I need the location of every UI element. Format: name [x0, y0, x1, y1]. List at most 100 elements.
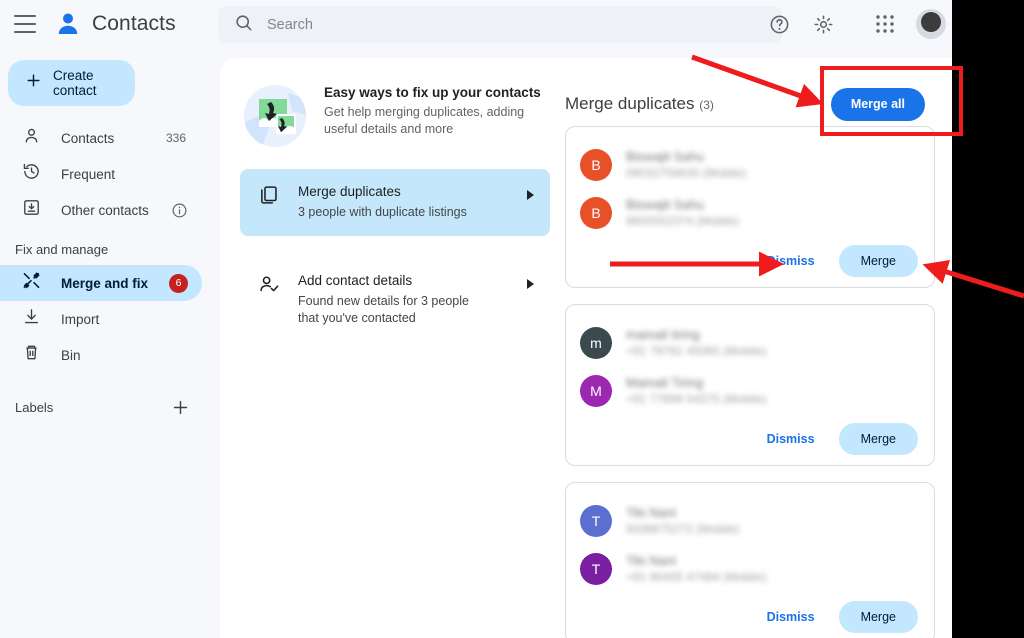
avatar: T — [580, 505, 612, 537]
sidebar-item-import-label: Import — [61, 311, 100, 327]
sidebar-item-frequent[interactable]: Frequent — [0, 156, 202, 192]
sidebar-item-bin[interactable]: Bin — [0, 337, 202, 373]
top-actions — [760, 0, 952, 48]
top-bar: Contacts — [0, 0, 952, 48]
search-input[interactable] — [267, 16, 737, 33]
fix-card-merge-duplicates-text: Merge duplicates 3 people with duplicate… — [298, 184, 488, 221]
contacts-person-icon — [54, 10, 82, 38]
page-title: Contacts — [92, 12, 176, 35]
duplicate-card-actions: Dismiss Merge — [580, 423, 920, 455]
avatar: M — [580, 375, 612, 407]
duplicate-person-info: Biswajit Sahu 8600552374 (Mobile) — [626, 197, 739, 229]
duplicate-card: m mamali tiring +91 79781 45065 (Mobile)… — [565, 304, 935, 466]
sidebar-section-label: Fix and manage — [15, 242, 109, 257]
avatar: B — [580, 197, 612, 229]
sidebar-item-other-contacts-label: Other contacts — [61, 202, 149, 218]
hammer-wrench-icon — [22, 271, 41, 295]
duplicate-person: B Biswajit Sahu 09032756630 (Mobile) — [580, 141, 920, 189]
chevron-right-icon — [526, 277, 536, 295]
merge-duplicates-heading-text: Merge duplicates — [565, 94, 695, 113]
dismiss-button[interactable]: Dismiss — [755, 246, 827, 276]
duplicate-card-actions: Dismiss Merge — [580, 245, 920, 277]
duplicate-person-info: mamali tiring +91 79781 45065 (Mobile) — [626, 327, 766, 359]
create-contact-button[interactable]: Create contact — [8, 60, 135, 106]
apps-grid-icon[interactable] — [866, 5, 904, 43]
page-surface: Contacts Search Create contact Contacts … — [0, 0, 952, 638]
promo-title: Easy ways to fix up your contacts — [324, 85, 541, 100]
merge-duplicates-heading: Merge duplicates (3) — [565, 94, 714, 114]
duplicate-person-info: Biswajit Sahu 09032756630 (Mobile) — [626, 149, 746, 181]
duplicate-person: T Tiki Nani +91 90405 47484 (Mobile) — [580, 545, 920, 593]
promo-subtitle: Get help merging duplicates, adding usef… — [324, 105, 525, 136]
merge-button[interactable]: Merge — [838, 245, 918, 277]
history-clock-icon — [22, 162, 41, 186]
sidebar: Create contact Contacts 336 Frequent Oth… — [0, 48, 220, 638]
fix-card-title: Add contact details — [298, 273, 413, 288]
contact-name: Biswajit Sahu — [626, 149, 705, 164]
contact-phone: +91 77899 54375 (Mobile) — [626, 392, 767, 406]
contact-name: Tiki Nani — [626, 553, 677, 568]
labels-row: Labels — [0, 391, 220, 423]
promo-text: Easy ways to fix up your contacts Get he… — [324, 85, 541, 138]
hamburger-icon[interactable] — [14, 15, 38, 33]
search-bar[interactable] — [218, 6, 782, 43]
duplicate-card: T Tiki Nani 9338675272 (Mobile) T Tiki N… — [565, 482, 935, 638]
contact-phone: 09032756630 (Mobile) — [626, 166, 747, 180]
create-label-plus-icon[interactable] — [168, 395, 192, 419]
chevron-right-icon — [526, 188, 536, 206]
duplicate-card-actions: Dismiss Merge — [580, 601, 920, 633]
download-icon — [22, 307, 41, 331]
dismiss-button[interactable]: Dismiss — [755, 602, 827, 632]
copy-duplicate-icon — [258, 184, 280, 211]
brand: Contacts — [54, 10, 176, 38]
duplicate-card: B Biswajit Sahu 09032756630 (Mobile) B B… — [565, 126, 935, 288]
sidebar-item-merge-and-fix[interactable]: Merge and fix 6 — [0, 265, 202, 301]
info-circle-icon[interactable] — [171, 202, 188, 219]
person-icon — [22, 126, 41, 150]
fix-card-merge-duplicates[interactable]: Merge duplicates 3 people with duplicate… — [240, 169, 550, 236]
merge-duplicates-header: Merge duplicates (3) Merge all — [565, 82, 935, 126]
duplicate-person-info: Tiki Nani 9338675272 (Mobile) — [626, 505, 739, 537]
merge-button[interactable]: Merge — [838, 423, 918, 455]
labels-title: Labels — [15, 399, 54, 415]
create-contact-label: Create contact — [53, 68, 97, 98]
sidebar-item-import[interactable]: Import — [0, 301, 202, 337]
duplicate-person: m mamali tiring +91 79781 45065 (Mobile) — [580, 319, 920, 367]
fix-suggestions-column: Easy ways to fix up your contacts Get he… — [240, 85, 550, 342]
help-circle-icon[interactable] — [760, 5, 798, 43]
sidebar-item-other-contacts[interactable]: Other contacts — [0, 192, 202, 228]
main-content: Easy ways to fix up your contacts Get he… — [220, 58, 952, 638]
merge-duplicates-panel: Merge duplicates (3) Merge all B Biswaji… — [565, 82, 935, 638]
avatar: T — [580, 553, 612, 585]
sidebar-item-merge-and-fix-label: Merge and fix — [61, 275, 149, 291]
sidebar-item-bin-label: Bin — [61, 347, 81, 363]
duplicate-person: T Tiki Nani 9338675272 (Mobile) — [580, 497, 920, 545]
fix-card-add-contact-details-text: Add contact details Found new details fo… — [298, 273, 488, 327]
contacts-count: 336 — [165, 131, 186, 145]
person-check-icon — [258, 273, 280, 300]
merge-all-button[interactable]: Merge all — [830, 87, 925, 121]
sidebar-item-frequent-label: Frequent — [61, 166, 116, 182]
contact-phone: +91 79781 45065 (Mobile) — [626, 344, 767, 358]
account-avatar[interactable] — [916, 9, 946, 39]
plus-icon — [25, 72, 42, 94]
contact-phone: +91 90405 47484 (Mobile) — [626, 570, 767, 584]
gear-icon[interactable] — [804, 5, 842, 43]
search-icon — [234, 13, 253, 37]
avatar: m — [580, 327, 612, 359]
duplicate-person-info: Mamali Tiring +91 77899 54375 (Mobile) — [626, 375, 766, 407]
contact-name: mamali tiring — [626, 327, 700, 342]
duplicate-person-info: Tiki Nani +91 90405 47484 (Mobile) — [626, 553, 766, 585]
sidebar-item-contacts-label: Contacts — [61, 130, 115, 146]
dismiss-button[interactable]: Dismiss — [755, 424, 827, 454]
merge-contacts-illustration — [244, 85, 306, 147]
contact-phone: 8600552374 (Mobile) — [626, 214, 740, 228]
merge-button[interactable]: Merge — [838, 601, 918, 633]
trash-icon — [22, 343, 41, 367]
duplicate-person: M Mamali Tiring +91 77899 54375 (Mobile) — [580, 367, 920, 415]
contact-name: Mamali Tiring — [626, 375, 704, 390]
fix-card-subtitle: 3 people with duplicate listings — [298, 205, 467, 219]
fix-card-subtitle: Found new details for 3 people that you'… — [298, 294, 469, 325]
sidebar-item-contacts[interactable]: Contacts 336 — [0, 120, 202, 156]
fix-card-add-contact-details[interactable]: Add contact details Found new details fo… — [240, 258, 550, 342]
